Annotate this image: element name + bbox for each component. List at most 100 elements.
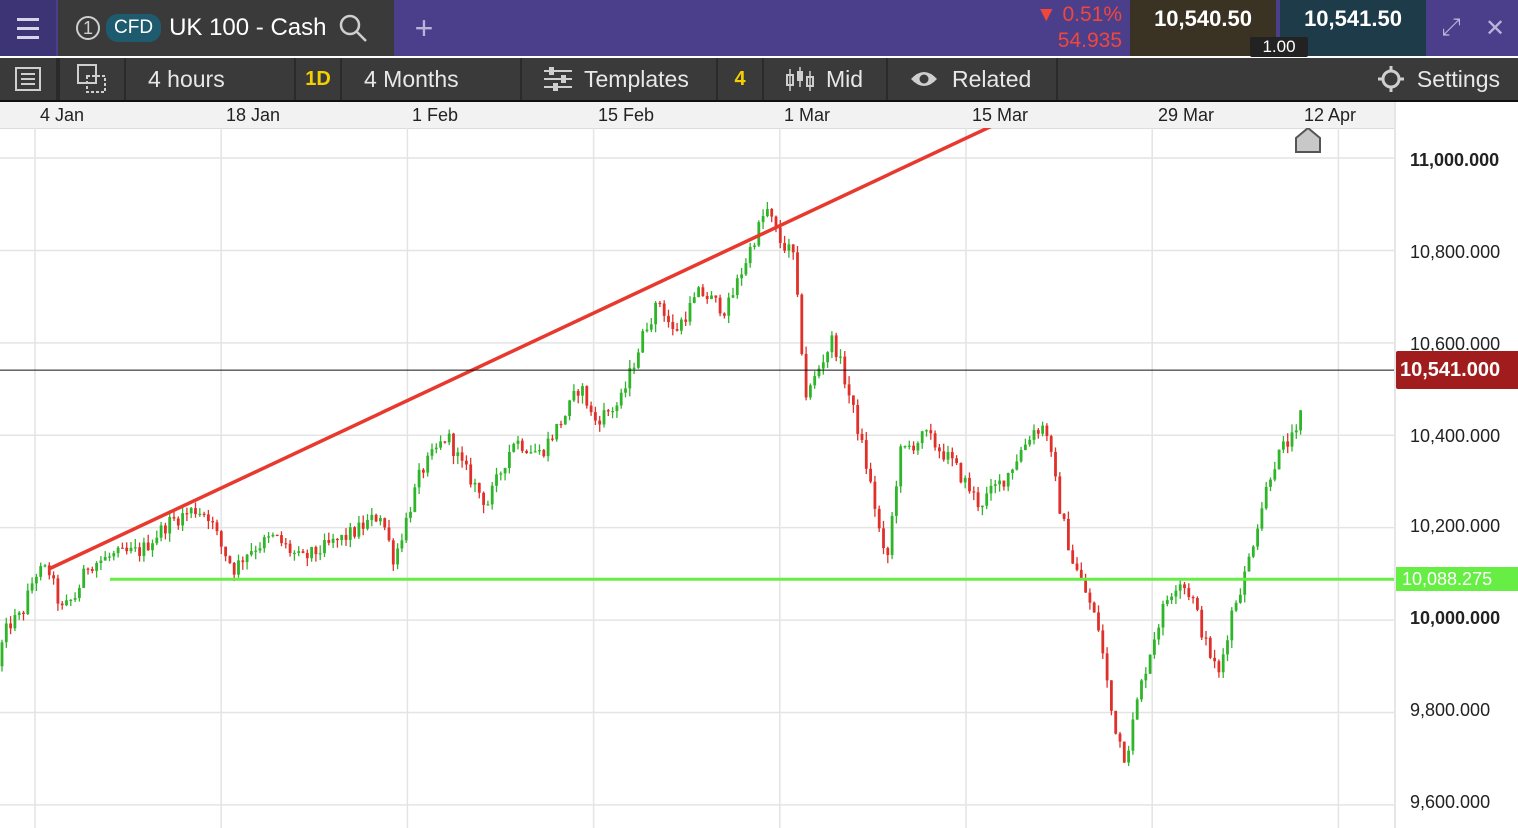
search-icon[interactable]: [338, 13, 368, 43]
candle: [9, 616, 12, 635]
candle-body: [434, 447, 438, 450]
instrument-tab[interactable]: 1 CFD UK 100 - Cash: [58, 0, 394, 56]
candle-body: [933, 433, 937, 448]
candle-body: [658, 302, 662, 305]
candle-body: [473, 482, 477, 485]
related-button[interactable]: Related: [888, 58, 1056, 100]
list-icon: [15, 67, 41, 91]
candle-body: [559, 423, 563, 426]
candle: [1178, 579, 1182, 599]
candle-body: [176, 518, 180, 526]
candle: [684, 311, 688, 326]
candle: [748, 242, 752, 268]
support-level-tag[interactable]: 10,088.275: [1396, 567, 1518, 591]
candle-body: [280, 535, 283, 544]
candle-body: [869, 468, 872, 482]
candle-body: [955, 458, 958, 464]
add-tab-icon[interactable]: +: [408, 0, 440, 56]
candle: [594, 406, 597, 426]
candle: [701, 284, 705, 297]
candle-body: [482, 492, 485, 505]
candle-body: [1161, 604, 1165, 628]
candle: [581, 383, 584, 404]
candle: [1282, 436, 1285, 454]
candle: [1084, 573, 1087, 593]
candle-body: [1075, 563, 1079, 570]
candle: [710, 291, 713, 300]
candle: [602, 402, 606, 428]
candle-body: [1006, 472, 1010, 487]
candle: [224, 546, 227, 562]
candle-body: [998, 480, 1001, 485]
candle: [314, 545, 318, 562]
candle: [1286, 433, 1290, 454]
candle: [271, 532, 275, 538]
candle: [697, 285, 700, 298]
candle: [73, 592, 77, 602]
candle-body: [477, 482, 481, 493]
candle-body: [645, 329, 649, 332]
candle-body: [860, 433, 864, 441]
candle-body: [1239, 594, 1242, 603]
trend-line[interactable]: [47, 128, 992, 571]
candle: [1105, 647, 1109, 688]
candle-body: [460, 452, 464, 461]
candle-body: [1226, 640, 1229, 655]
candle: [735, 274, 739, 299]
candle: [228, 555, 232, 565]
close-icon[interactable]: ✕: [1472, 0, 1518, 56]
candle-body: [456, 452, 460, 456]
candle: [950, 447, 954, 467]
candle: [1088, 588, 1092, 610]
candle-body: [615, 405, 619, 412]
candle: [783, 235, 786, 253]
candle: [284, 537, 288, 549]
range-select[interactable]: 4 Months: [342, 58, 520, 100]
candle-body: [1174, 590, 1178, 597]
candle-body: [73, 598, 77, 600]
candle-body: [490, 485, 494, 505]
candle-body: [606, 410, 610, 412]
candle: [968, 472, 971, 494]
candle-body: [985, 493, 989, 506]
settings-label: Settings: [1416, 65, 1500, 92]
interval-select[interactable]: 4 hours: [126, 58, 294, 100]
interval-badge[interactable]: 1D: [296, 58, 340, 100]
templates-button[interactable]: Templates: [522, 58, 716, 100]
change-percent: ▼ 0.51%: [1035, 3, 1122, 26]
candle: [852, 395, 855, 413]
candle-body: [770, 208, 774, 217]
candle-body: [340, 534, 344, 541]
price-mode-select[interactable]: Mid: [764, 58, 886, 100]
candle-body: [495, 474, 498, 486]
candle: [667, 309, 670, 328]
price-chart[interactable]: [0, 128, 1394, 828]
candle-body: [572, 390, 576, 401]
candle: [138, 542, 141, 562]
layout-button[interactable]: [60, 58, 124, 100]
candle: [1217, 659, 1221, 678]
expand-icon[interactable]: ⤢: [1428, 0, 1474, 56]
candle: [86, 567, 90, 575]
candle-body: [1015, 461, 1019, 470]
candle-body: [1286, 441, 1290, 447]
candle: [60, 601, 64, 610]
current-date-marker-icon[interactable]: [1295, 128, 1321, 153]
candle: [753, 242, 756, 250]
candle: [1127, 745, 1130, 767]
candle: [641, 328, 645, 354]
candle-body: [469, 464, 473, 485]
candle-body: [258, 548, 262, 551]
candle-body: [1002, 480, 1006, 487]
candle: [598, 415, 602, 432]
settings-button[interactable]: Settings: [1058, 58, 1518, 100]
candle: [503, 467, 507, 481]
candle: [374, 513, 378, 523]
candle: [112, 550, 116, 561]
main-menu-button[interactable]: [0, 0, 56, 56]
list-view-button[interactable]: [0, 58, 56, 100]
candle: [426, 452, 430, 477]
candle: [417, 463, 421, 495]
candle: [447, 429, 451, 446]
current-price-tag: 10,541.000: [1396, 351, 1518, 389]
